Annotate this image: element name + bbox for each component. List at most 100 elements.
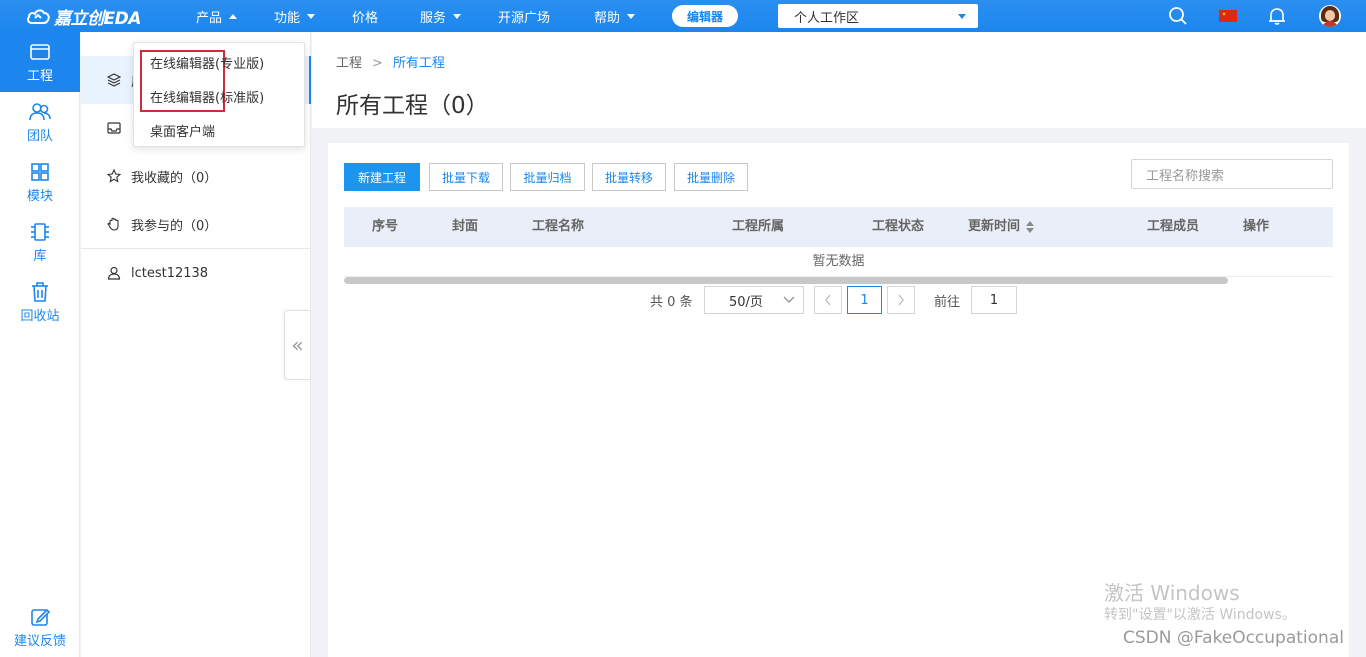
nav-label: 产品: [196, 10, 223, 26]
star-icon: [107, 169, 121, 183]
column-header: 序号: [372, 219, 399, 234]
rail-item-trash[interactable]: 回收站: [0, 272, 80, 332]
nav-products[interactable]: 产品: [196, 0, 238, 32]
nav-open-source[interactable]: 开源广场: [498, 0, 550, 32]
team-icon: [29, 102, 51, 120]
side-item-label: 我收藏的（0）: [131, 170, 218, 186]
batch-delete-button[interactable]: 批量删除: [674, 163, 748, 191]
double-chevron-left-icon: «: [291, 333, 304, 357]
column-header: 封面: [452, 219, 479, 234]
hand-icon: [107, 217, 121, 231]
nav-label: 服务: [420, 10, 447, 26]
active-indicator: [309, 56, 311, 104]
menu-item-desktop-client[interactable]: 桌面客户端: [150, 121, 215, 140]
page-number-button[interactable]: 1: [847, 286, 882, 314]
menu-item-online-editor-std[interactable]: 在线编辑器(标准版): [150, 87, 264, 106]
chevron-left-icon: [825, 294, 831, 306]
nav-features[interactable]: 功能: [274, 0, 316, 32]
column-header: 工程成员: [1147, 219, 1200, 234]
rail-item-modules[interactable]: 模块: [0, 152, 80, 212]
cloud-logo-icon: [27, 9, 50, 24]
top-navbar: 嘉立创EDA 产品 功能 价格 服务 开源广场 帮助 编辑器 个人工作区: [0, 0, 1366, 32]
column-header: 工程所属: [732, 219, 785, 234]
column-header: 操作: [1243, 219, 1270, 234]
column-header-sortable[interactable]: 更新时间: [968, 207, 1035, 247]
batch-download-button[interactable]: 批量下载: [429, 163, 503, 191]
caret-down-icon: [627, 13, 636, 19]
menu-item-label: 在线编辑器: [150, 57, 216, 72]
caret-down-icon: [307, 13, 316, 19]
csdn-watermark: CSDN @FakeOccupational: [1123, 628, 1344, 648]
side-item-favorites[interactable]: 我收藏的（0）: [81, 152, 310, 200]
breadcrumb-current: 所有工程: [392, 56, 445, 71]
workspace-select[interactable]: 个人工作区: [778, 4, 978, 28]
nav-label: 开源广场: [498, 10, 551, 26]
editor-button[interactable]: 编辑器: [672, 5, 738, 27]
caret-down-icon: [453, 13, 462, 19]
goto-page-input[interactable]: 1: [971, 286, 1017, 314]
batch-archive-button[interactable]: 批量归档: [510, 163, 585, 191]
rail-label: 建议反馈: [13, 633, 66, 649]
horizontal-scrollbar[interactable]: [344, 277, 1228, 284]
next-page-button[interactable]: [887, 286, 915, 314]
page-size-select[interactable]: 50/页: [704, 286, 804, 314]
user-icon: [107, 266, 121, 280]
menu-item-online-editor-pro[interactable]: 在线编辑器(专业版): [150, 53, 264, 72]
project-search-input[interactable]: 工程名称搜索: [1131, 159, 1333, 189]
menu-item-sub: (标准版): [215, 91, 265, 106]
bell-icon[interactable]: [1265, 4, 1289, 28]
new-project-button[interactable]: 新建工程: [344, 163, 420, 191]
side-item-participated[interactable]: 我参与的（0）: [81, 200, 310, 248]
side-item-user[interactable]: lctest12138: [81, 249, 310, 297]
username: lctest12138: [131, 265, 209, 281]
empty-state: 暂无数据: [344, 247, 1333, 277]
rail-item-team[interactable]: 团队: [0, 92, 80, 152]
chip-icon: [31, 222, 49, 241]
sort-icon[interactable]: [1026, 220, 1035, 233]
nav-pricing[interactable]: 价格: [352, 0, 378, 32]
breadcrumb-item[interactable]: 工程: [336, 56, 362, 71]
nav-services[interactable]: 服务: [420, 0, 462, 32]
chevron-down-icon: [958, 14, 966, 19]
page-title: 所有工程（0）: [336, 93, 489, 119]
grid-icon: [31, 162, 49, 181]
rail-label: 回收站: [20, 308, 60, 324]
workspace-label: 个人工作区: [794, 10, 860, 26]
search-icon[interactable]: [1166, 4, 1190, 28]
logo[interactable]: 嘉立创EDA: [26, 6, 141, 29]
logo-text: 嘉立创EDA: [54, 8, 141, 29]
column-header-label: 更新时间: [968, 219, 1021, 234]
folder-icon: [30, 43, 50, 60]
table-header: 序号 封面 工程名称 工程所属 工程状态 更新时间 工程成员 操作: [344, 207, 1333, 247]
prev-page-button[interactable]: [814, 286, 842, 314]
nav-label: 价格: [352, 10, 379, 26]
rail-item-projects[interactable]: 工程: [0, 32, 80, 92]
products-dropdown: 在线编辑器(专业版) 在线编辑器(标准版) 桌面客户端: [133, 42, 305, 147]
rail-label: 工程: [26, 68, 53, 84]
column-header: 工程名称: [532, 219, 585, 234]
language-flag-icon[interactable]: [1216, 4, 1240, 28]
windows-activation-subtitle: 转到"设置"以激活 Windows。: [1104, 607, 1296, 623]
edit-icon: [31, 608, 51, 626]
left-rail: 工程 团队 模块 库 回收站 建议反馈: [0, 32, 80, 657]
windows-activation-title: 激活 Windows: [1104, 581, 1240, 605]
pagination-total: 共 0 条: [650, 294, 693, 310]
nav-help[interactable]: 帮助: [594, 0, 636, 32]
page-size-value: 50/页: [729, 294, 763, 310]
column-header: 工程状态: [872, 219, 925, 234]
breadcrumb-separator: >: [372, 56, 383, 71]
layers-icon: [107, 73, 121, 87]
inbox-icon: [107, 121, 121, 135]
caret-up-icon: [229, 13, 238, 19]
trash-icon: [32, 281, 48, 302]
collapse-sidebar-handle[interactable]: «: [284, 310, 310, 380]
batch-transfer-button[interactable]: 批量转移: [592, 163, 666, 191]
rail-item-library[interactable]: 库: [0, 212, 80, 272]
menu-item-label: 在线编辑器: [150, 91, 216, 106]
breadcrumb: 工程 > 所有工程: [336, 52, 445, 71]
menu-item-label: 桌面客户端: [150, 125, 216, 140]
chevron-right-icon: [898, 294, 904, 306]
feedback-button[interactable]: 建议反馈: [0, 597, 80, 657]
rail-label: 团队: [26, 128, 53, 144]
avatar[interactable]: [1318, 4, 1342, 28]
